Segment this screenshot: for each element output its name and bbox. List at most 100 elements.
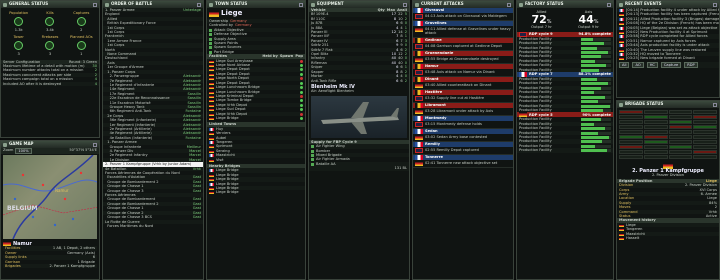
attack-entry[interactable]: 04:08 Garrison captured at Gedinne Depot xyxy=(413,43,513,51)
move-flag-icon xyxy=(619,228,624,232)
brigade-cell[interactable] xyxy=(668,110,693,114)
brigade-cell[interactable] xyxy=(619,115,643,119)
close-icon[interactable] xyxy=(607,2,611,7)
brigade-cell[interactable] xyxy=(668,135,693,139)
brigade-cell[interactable] xyxy=(619,110,643,114)
brigade-cell[interactable] xyxy=(693,135,717,139)
attack-entry[interactable]: 03:55 Bridge at Groenendaele destroyed xyxy=(413,56,513,64)
close-icon[interactable] xyxy=(713,2,717,7)
brigade-cell[interactable] xyxy=(643,115,668,119)
brigade-cell[interactable] xyxy=(693,155,717,159)
brigade-cell[interactable] xyxy=(643,120,668,124)
brigade-cell[interactable] xyxy=(693,140,717,144)
brigade-cell[interactable] xyxy=(668,115,693,119)
brigade-cell[interactable] xyxy=(693,145,717,149)
close-icon[interactable] xyxy=(93,142,97,147)
event-filter-checkbox[interactable]: All xyxy=(619,61,630,69)
brigade-cell[interactable] xyxy=(643,135,668,139)
bridge-row[interactable]: Liege Bridge xyxy=(207,190,305,195)
facility-status-icon xyxy=(300,90,303,94)
movement-row[interactable]: Hasselt xyxy=(617,236,719,241)
town-status-header: TOWN STATUS xyxy=(207,1,305,8)
brigade-cell[interactable] xyxy=(619,155,643,159)
brigade-cell[interactable] xyxy=(668,120,693,124)
brigade-cell[interactable] xyxy=(643,110,668,114)
selected-town-marker[interactable]: Namur xyxy=(55,188,69,193)
brigade-cell[interactable] xyxy=(693,150,717,154)
factory-progress-bar xyxy=(581,59,611,63)
progress-fill xyxy=(581,118,601,122)
brigade-cell[interactable] xyxy=(619,145,643,149)
brigade-cell[interactable] xyxy=(643,155,668,159)
attack-entry[interactable]: 03:40 Allied counterattack on Dinant xyxy=(413,82,513,90)
attack-entry[interactable]: 03:32 Supply line cut at Hastière xyxy=(413,95,513,103)
brigade-cell[interactable] xyxy=(668,125,693,129)
brigade-cell[interactable] xyxy=(693,110,717,114)
brigade-cell[interactable] xyxy=(693,120,717,124)
brigade-cell[interactable] xyxy=(643,130,668,134)
event-filter-checkbox[interactable]: Capture xyxy=(660,61,682,69)
oob-item-label: Forces Maritimes du Nord xyxy=(105,223,154,228)
tag-check-icon xyxy=(209,28,212,32)
attack-entry[interactable]: 04:13 Axis attack on Givrauval via Malde… xyxy=(413,13,513,21)
event-flag-icon xyxy=(619,13,624,17)
attack-entry[interactable]: 03:48 Axis attack on Namur via Dinant xyxy=(413,69,513,77)
brigade-cell[interactable] xyxy=(668,140,693,144)
brigade-cell[interactable] xyxy=(619,140,643,144)
factory-row[interactable]: Production Facility xyxy=(517,148,613,153)
close-icon[interactable] xyxy=(403,2,407,7)
facility-row[interactable]: Liege Bridge xyxy=(207,116,305,120)
event-filters: All AO HC Capture RDP xyxy=(617,61,719,69)
event-row[interactable]: [03:25] New brigade formed at Dinant xyxy=(617,56,719,61)
brigade-cell[interactable] xyxy=(643,140,668,144)
attack-entry[interactable]: 03:02 Sedan Army base contested xyxy=(413,134,513,142)
equipment-row[interactable]: Anti-Tank Rifle 6 6 2 xyxy=(309,79,409,83)
close-icon[interactable] xyxy=(93,2,97,7)
attack-entry[interactable]: 04:11 Allied defense at Gravelines under… xyxy=(413,26,513,38)
brigade-cell[interactable] xyxy=(643,125,668,129)
brigade-cell[interactable] xyxy=(619,150,643,154)
kpi-grid: Population 1.3k Kills 3.4k Captures 2 Tower… xyxy=(1,8,99,60)
event-filter-checkbox[interactable]: HC xyxy=(646,61,658,69)
brigade-cell[interactable] xyxy=(693,130,717,134)
kills-icon xyxy=(45,17,55,27)
close-icon[interactable] xyxy=(197,2,201,7)
general-status-header: GENERAL STATUS xyxy=(1,1,99,8)
attack-entry[interactable]: 03:15 Montmedy defense holds xyxy=(413,121,513,129)
config-row[interactable]: Included AO after it is destroyed 4 xyxy=(1,81,99,87)
brigade-cell[interactable] xyxy=(668,155,693,159)
oob-item[interactable]: Forces Maritimes du Nord xyxy=(103,224,203,228)
zoom-control[interactable]: 100% xyxy=(15,148,32,155)
close-icon[interactable] xyxy=(299,2,303,7)
brigade-cell[interactable] xyxy=(619,130,643,134)
events-list: [04:14] Production facility 4 under atta… xyxy=(617,8,719,61)
brigade-cell[interactable] xyxy=(693,115,717,119)
close-icon[interactable] xyxy=(507,2,511,7)
row-flag-icon xyxy=(209,169,214,173)
event-filter-checkbox[interactable]: AO xyxy=(632,61,644,69)
attack-entry[interactable]: 03:28 Libramont under attack by Axis xyxy=(413,108,513,116)
kpi-value: 3.4k xyxy=(46,28,54,33)
kpi-captures: Captures 2 xyxy=(67,11,96,33)
bridges-list: Liege Bridge Liege Bridge Liege Bridge Lieg… xyxy=(207,168,305,195)
brigade-cell[interactable] xyxy=(619,125,643,129)
brigade-cell[interactable] xyxy=(668,145,693,149)
attack-entry[interactable]: 02:41 Tonnerre new attack objective set xyxy=(413,160,513,168)
brigade-cell[interactable] xyxy=(643,150,668,154)
map-canvas[interactable]: BELGIUM Namur xyxy=(3,155,97,240)
town-status-panel: TOWN STATUS Liege Ownership Germany Contr… xyxy=(206,0,306,280)
brigade-cell[interactable] xyxy=(643,145,668,149)
supply-check-icon xyxy=(311,158,314,162)
attack-entry[interactable]: 02:55 Remilly Depot captured xyxy=(413,147,513,155)
brigade-cell[interactable] xyxy=(619,135,643,139)
axis-output: Axis 44% Output 9 hr xyxy=(566,10,611,30)
brigade-cell[interactable] xyxy=(668,130,693,134)
close-icon[interactable] xyxy=(713,102,717,107)
supply-check-icon xyxy=(311,149,314,153)
brigade-cell[interactable] xyxy=(693,125,717,129)
brigade-cell[interactable] xyxy=(619,120,643,124)
linked-town-row[interactable]: Visé xyxy=(207,158,305,162)
event-filter-checkbox[interactable]: RDP xyxy=(684,61,698,69)
brigade-cell[interactable] xyxy=(668,150,693,154)
panel-title: EQUIPMENT xyxy=(317,1,344,7)
